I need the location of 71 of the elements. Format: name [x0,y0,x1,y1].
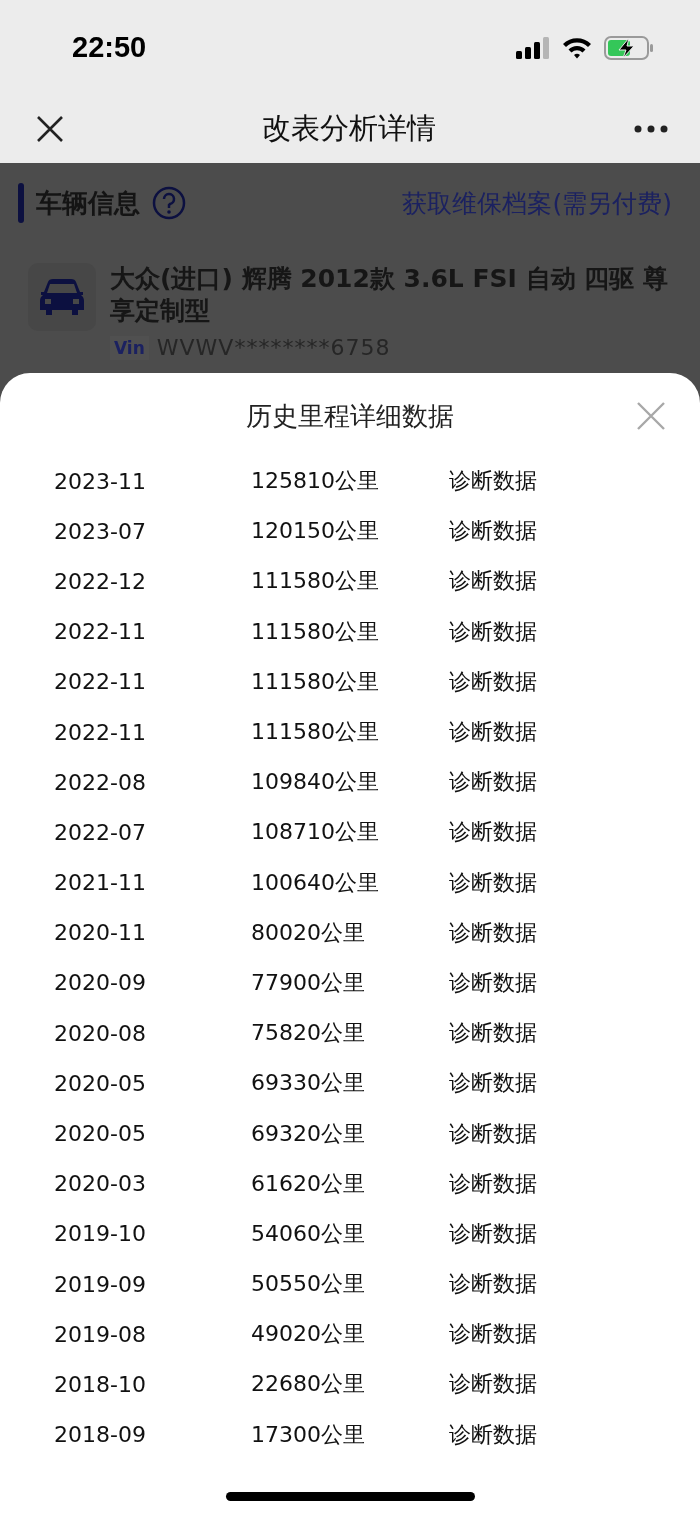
mileage-cell-text: 80020公里 [251,918,366,947]
date-cell-text: 2020-11 [54,920,147,946]
diagnostic-data-link[interactable]: 诊断数据 [449,1419,700,1450]
more-icon[interactable] [634,125,668,133]
date-cell-text: 2022-07 [54,819,147,845]
diagnostic-data-link[interactable]: 诊断数据 [449,616,700,647]
mileage-cell-text: 100640公里 [251,868,380,897]
mileage-cell-text: 61620公里 [251,1169,366,1198]
signal-icon [516,36,550,59]
mileage-cell-text: 22680公里 [251,1370,366,1399]
diagnostic-data-link[interactable]: 诊断数据 [449,867,700,898]
diagnostic-data-link[interactable]: 诊断数据 [449,1118,700,1149]
date-cell-text: 2023-07 [54,518,147,544]
car-icon [39,278,85,316]
mileage-cell-text: 111580公里 [251,667,380,696]
diagnostic-data-link[interactable]: 诊断数据 [449,717,700,748]
date-cell-text: 2023-11 [54,468,147,494]
date-cell-text: 2022-11 [54,669,147,695]
mileage-cell-text: 75820公里 [251,1019,366,1048]
date-cell-text: 2022-11 [54,719,147,745]
diagnostic-data-link[interactable]: 诊断数据 [449,767,700,798]
mileage-cell-text: 50550公里 [251,1270,366,1299]
battery-charging-icon [604,35,654,60]
mileage-cell-text: 77900公里 [251,968,366,997]
date-cell-text: 2020-05 [54,1121,147,1147]
mileage-cell-text: 111580公里 [251,567,380,596]
diagnostic-data-link[interactable]: 诊断数据 [449,666,700,697]
diagnostic-data-link[interactable]: 诊断数据 [449,917,700,948]
section-title: 车辆信息 [36,186,140,220]
date-cell-text: 2020-05 [54,1070,147,1096]
mileage-cell-text: 54060公里 [251,1219,366,1248]
date-cell-text: 2019-08 [54,1321,147,1347]
mileage-cell-text: 69320公里 [251,1119,366,1148]
mileage-cell-text: 125810公里 [251,467,380,496]
diagnostic-data-link[interactable]: 诊断数据 [449,566,700,597]
diagnostic-data-link[interactable]: 诊断数据 [449,1369,700,1400]
date-cell-text: 2018-09 [54,1422,147,1448]
diagnostic-data-link[interactable]: 诊断数据 [449,1269,700,1300]
diagnostic-data-link[interactable]: 诊断数据 [449,1018,700,1049]
date-cell-text: 2020-03 [54,1171,147,1197]
date-cell-text: 2021-11 [54,870,147,896]
mileage-cell-text: 111580公里 [251,617,380,646]
wifi-icon [562,36,592,59]
diagnostic-data-link[interactable]: 诊断数据 [449,1319,700,1350]
diagnostic-data-link[interactable]: 诊断数据 [449,1068,700,1099]
mileage-cell-text: 49020公里 [251,1320,366,1349]
status-time: 22:50 [72,31,147,64]
mileage-cell-text: 108710公里 [251,818,380,847]
mileage-cell-text: 109840公里 [251,768,380,797]
date-cell-text: 2022-12 [54,568,147,594]
section-marker [18,183,24,223]
date-cell-text: 2022-08 [54,769,147,795]
date-cell-text: 2020-09 [54,970,147,996]
date-cell-text: 2019-09 [54,1271,147,1297]
diagnostic-data-link[interactable]: 诊断数据 [449,466,700,497]
diagnostic-data-link[interactable]: 诊断数据 [449,1218,700,1249]
sheet-title: 历史里程详细数据 [246,399,454,433]
mileage-cell-text: 120150公里 [251,517,380,546]
diagnostic-data-link[interactable]: 诊断数据 [449,967,700,998]
diagnostic-data-link[interactable]: 诊断数据 [449,1168,700,1199]
mileage-cell-text: 17300公里 [251,1420,366,1449]
page-title: 改表分析详情 [262,110,436,147]
date-cell-text: 2022-11 [54,619,147,645]
date-cell-text: 2019-10 [54,1221,147,1247]
mileage-cell-text: 111580公里 [251,718,380,747]
diagnostic-data-link[interactable]: 诊断数据 [449,516,700,547]
date-cell-text: 2018-10 [54,1371,147,1397]
diagnostic-data-link[interactable]: 诊断数据 [449,817,700,848]
date-cell-text: 2020-08 [54,1020,147,1046]
close-button[interactable] [36,115,64,143]
mileage-cell-text: 69330公里 [251,1069,366,1098]
